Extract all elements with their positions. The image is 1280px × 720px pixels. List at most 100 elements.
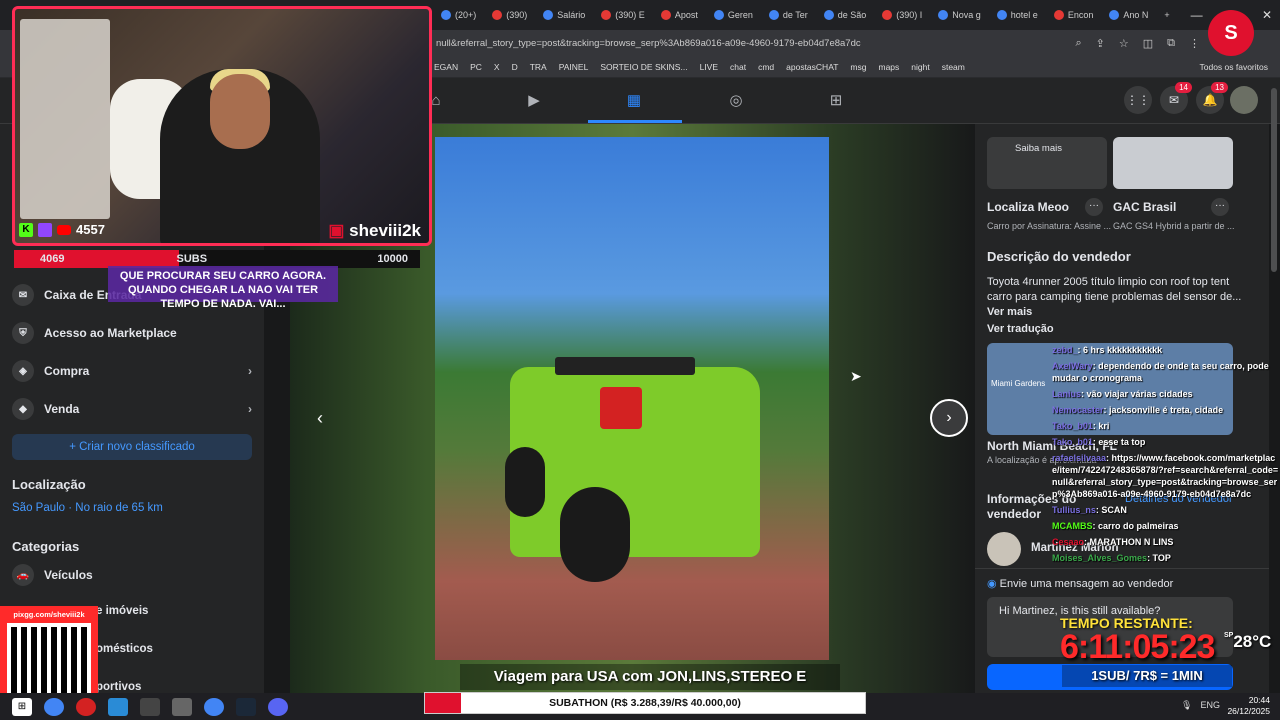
- video-icon[interactable]: ▶: [522, 90, 546, 110]
- tab-favicon-icon: [996, 10, 1007, 20]
- extensions-puzzle-icon[interactable]: ⧉: [1167, 37, 1175, 50]
- browser-tab[interactable]: (390) E: [594, 3, 652, 27]
- active-tab-indicator: [588, 120, 682, 123]
- bookmark[interactable]: apostasCHAT: [786, 62, 838, 72]
- system-clock[interactable]: 20:44 26/12/2025: [1227, 695, 1270, 717]
- notifications-icon[interactable]: 🔔 13: [1196, 82, 1228, 114]
- bookmark[interactable]: SORTEIO DE SKINS...: [600, 62, 687, 72]
- browser-tab[interactable]: Salário: [536, 3, 592, 27]
- tab-favicon-icon: [441, 10, 451, 20]
- browser-tab[interactable]: Geren: [707, 3, 760, 27]
- roof-rack-image: [555, 357, 695, 375]
- browser-tab[interactable]: de São: [817, 3, 874, 27]
- browser-tab[interactable]: Ano N: [1102, 3, 1155, 27]
- qr-label: pixgg.com/sheviii2k: [13, 610, 85, 619]
- close-button[interactable]: ✕: [1262, 8, 1272, 22]
- share-icon[interactable]: ⇪: [1096, 37, 1105, 50]
- menu-grid-icon[interactable]: ⋮⋮: [1124, 86, 1152, 114]
- chrome-icon[interactable]: [204, 697, 224, 716]
- category-home-goods[interactable]: omésticos: [96, 643, 153, 655]
- shopping-bag-icon: ◈: [12, 360, 34, 382]
- browser-tab[interactable]: (390): [485, 3, 534, 27]
- url-field[interactable]: null&referral_story_type=post&tracking=b…: [436, 38, 996, 49]
- ad-title[interactable]: Localiza Meoo: [987, 200, 1069, 214]
- browser-tab[interactable]: hotel e: [990, 3, 1045, 27]
- chat-message: Tako_b01: kri: [1052, 420, 1280, 432]
- windows-start-icon[interactable]: ⊞: [12, 697, 32, 716]
- scrollbar[interactable]: [1271, 88, 1277, 272]
- groups-icon[interactable]: ◎: [724, 90, 748, 110]
- chrome-icon[interactable]: [44, 697, 64, 716]
- sidebar-item-buying[interactable]: ◈ Compra ›: [12, 360, 252, 382]
- steam-icon[interactable]: [236, 697, 256, 716]
- bookmark[interactable]: maps: [878, 62, 899, 72]
- location-filter-link[interactable]: São Paulo · No raio de 65 km: [12, 502, 163, 514]
- sidebar-item-marketplace-access[interactable]: ⛨ Acesso ao Marketplace: [12, 322, 252, 344]
- chat-user: AxelWary: [1052, 361, 1093, 371]
- next-photo-button[interactable]: ›: [930, 399, 968, 437]
- tab-favicon-icon: [660, 10, 671, 20]
- bookmark[interactable]: EGAN: [434, 62, 458, 72]
- bookmark[interactable]: cmd: [758, 62, 774, 72]
- bookmark[interactable]: steam: [942, 62, 965, 72]
- more-options-icon[interactable]: ···: [1085, 198, 1103, 216]
- browser-tab[interactable]: (20+): [434, 3, 483, 27]
- bookmark[interactable]: D: [512, 62, 518, 72]
- messenger-icon[interactable]: ✉ 14: [1160, 82, 1192, 114]
- shield-icon: ⛨: [12, 322, 34, 344]
- browser-tab[interactable]: Nova g: [931, 3, 988, 27]
- bookmark[interactable]: PC: [470, 62, 482, 72]
- bookmark[interactable]: msg: [850, 62, 866, 72]
- bookmark[interactable]: chat: [730, 62, 746, 72]
- app-icon[interactable]: [140, 697, 160, 716]
- bookmark[interactable]: PAINEL: [559, 62, 589, 72]
- bookmark-star-icon[interactable]: ☆: [1119, 37, 1129, 50]
- marketplace-icon[interactable]: ▦: [622, 90, 646, 110]
- category-vehicles[interactable]: 🚗 Veículos: [12, 564, 252, 586]
- messenger-icon: ◉: [987, 578, 1000, 590]
- youtube-icon: [882, 10, 893, 20]
- create-listing-button[interactable]: + Criar novo classificado: [12, 434, 252, 460]
- new-tab-button[interactable]: +: [1157, 3, 1176, 27]
- bookmark[interactable]: X: [494, 62, 500, 72]
- seller-avatar[interactable]: [987, 532, 1021, 566]
- browser-tab[interactable]: Apost: [654, 3, 705, 27]
- chat-user: Moises_Alves_Gomes: [1052, 553, 1148, 563]
- all-bookmarks-folder[interactable]: Todos os favoritos: [1199, 62, 1268, 72]
- extension-icon[interactable]: ◫: [1143, 37, 1153, 50]
- category-label: Veículos: [44, 568, 93, 582]
- ad-title[interactable]: GAC Brasil: [1113, 200, 1176, 214]
- minimize-button[interactable]: —: [1191, 8, 1203, 22]
- chat-text: : vão viajar várias cidades: [1081, 389, 1193, 399]
- profile-avatar[interactable]: [1230, 86, 1258, 114]
- gaming-icon[interactable]: ⊞: [824, 90, 848, 110]
- learn-more-link[interactable]: Saiba mais: [1015, 143, 1062, 154]
- opera-icon[interactable]: [76, 697, 96, 716]
- chat-message: rafaelsilvaaa: https://www.facebook.com/…: [1052, 452, 1280, 500]
- ad-card-image[interactable]: [1113, 137, 1233, 189]
- menu-icon[interactable]: ⋮: [1189, 37, 1200, 50]
- browser-tab[interactable]: (390) I: [875, 3, 929, 27]
- category-sports[interactable]: portivos: [96, 681, 141, 693]
- browser-tab[interactable]: de Ter: [762, 3, 815, 27]
- ad-card-image[interactable]: Saiba mais: [987, 137, 1107, 189]
- bookmark[interactable]: LIVE: [700, 62, 718, 72]
- category-property[interactable]: e imóveis: [96, 605, 148, 617]
- see-translation-link[interactable]: Ver tradução: [987, 323, 1054, 335]
- zoom-icon[interactable]: ⌕: [1075, 37, 1081, 50]
- bookmark[interactable]: night: [911, 62, 929, 72]
- bookmark[interactable]: TRA: [530, 62, 547, 72]
- language-indicator[interactable]: ENG: [1200, 700, 1220, 711]
- sidebar-item-selling[interactable]: ◆ Venda ›: [12, 398, 252, 420]
- previous-photo-button[interactable]: ‹: [306, 404, 334, 432]
- discord-icon[interactable]: [268, 697, 288, 716]
- mic-icon[interactable]: 🎙: [1181, 700, 1192, 711]
- app-icon[interactable]: [108, 697, 128, 716]
- more-options-icon[interactable]: ···: [1211, 198, 1229, 216]
- stream-caption: Viagem para USA com JON,LINS,STEREO E MA…: [460, 664, 840, 711]
- see-more-link[interactable]: Ver mais: [987, 306, 1032, 318]
- stream-chat-overlay: zebd_: 6 hrs kkkkkkkkkkk AxelWary: depen…: [1052, 344, 1280, 568]
- app-icon[interactable]: [172, 697, 192, 716]
- browser-tab[interactable]: Encon: [1047, 3, 1101, 27]
- tab-label: Encon: [1067, 10, 1094, 20]
